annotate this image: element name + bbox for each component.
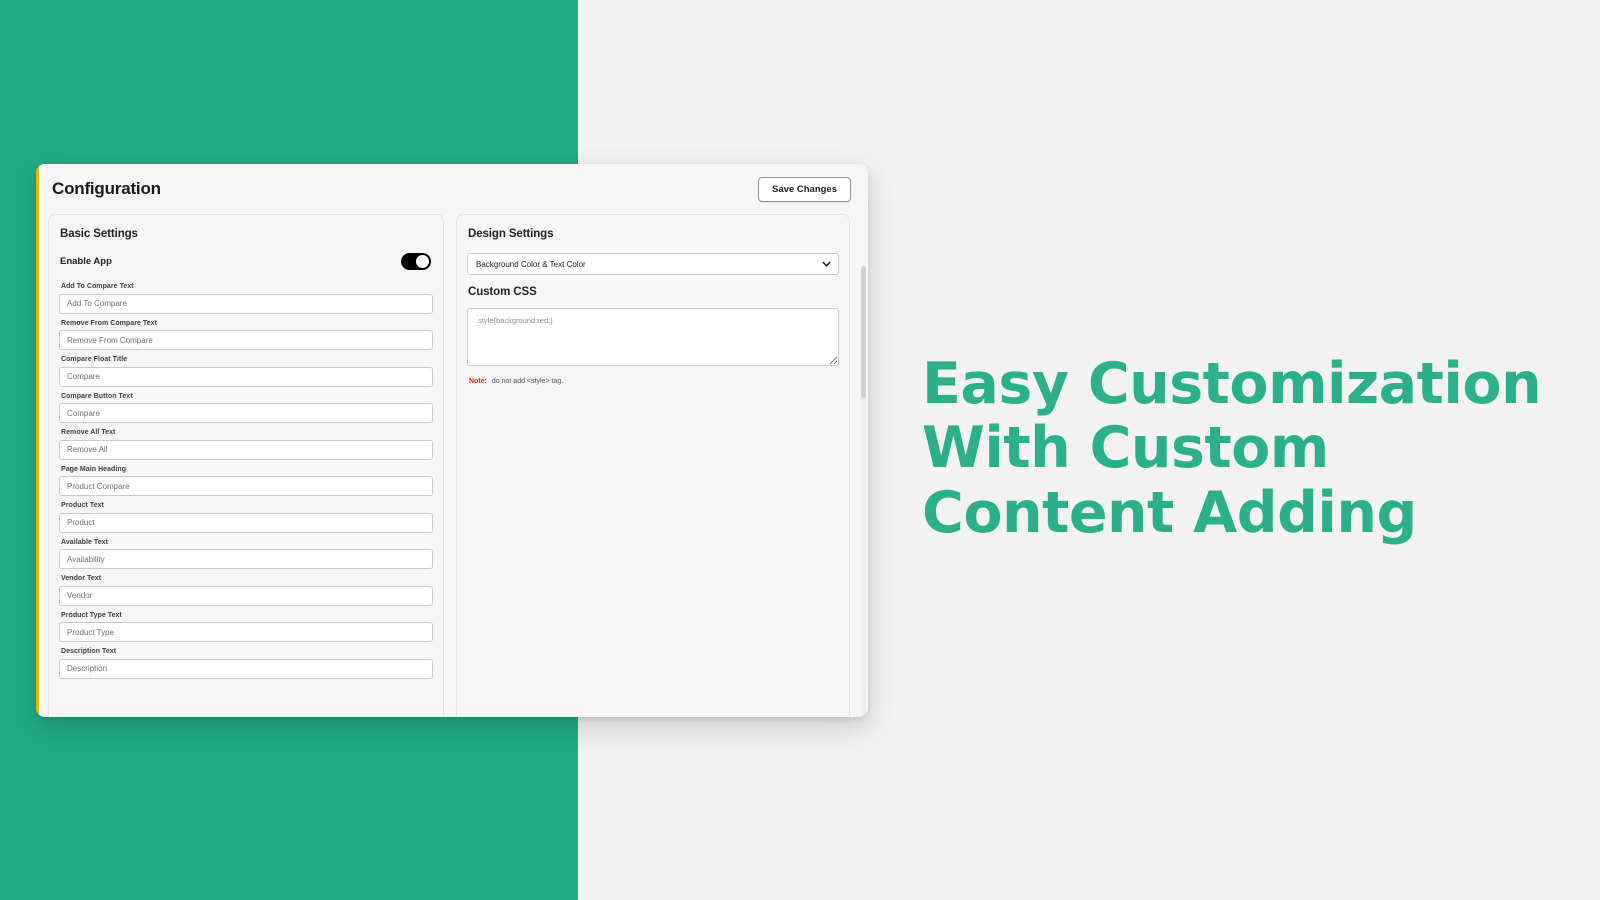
settings-field: Page Main Heading: [59, 465, 433, 496]
headline-line-2: With Custom: [922, 415, 1329, 482]
design-settings-panel: Design Settings Background Color & Text …: [456, 214, 850, 717]
enable-app-row: Enable App: [60, 253, 431, 270]
headline-line-3: Content Adding: [922, 479, 1417, 546]
card-scrollbar-thumb[interactable]: [861, 266, 866, 398]
note-keyword: Note:: [469, 378, 487, 385]
page-title: Configuration: [52, 179, 161, 198]
field-input[interactable]: [59, 439, 433, 460]
card-scrollbar[interactable]: [861, 266, 866, 717]
settings-field: Remove All Text: [59, 429, 433, 460]
color-mode-select[interactable]: Background Color & Text Color: [467, 253, 839, 275]
field-label: Compare Float Title: [61, 356, 128, 363]
field-label: Add To Compare Text: [61, 283, 134, 290]
field-input[interactable]: [59, 330, 433, 350]
settings-field: Product Type Text: [59, 611, 433, 642]
basic-settings-panel: Basic Settings Enable App Add To Compare…: [48, 214, 444, 717]
design-settings-title: Design Settings: [468, 228, 554, 240]
custom-css-note: Note: do not add <style> tag.: [469, 378, 839, 385]
marketing-headline: Easy Customization With Custom Content A…: [922, 351, 1562, 546]
field-input[interactable]: [59, 549, 433, 569]
field-input[interactable]: [59, 476, 433, 496]
field-input[interactable]: [59, 366, 433, 387]
settings-field: Add To Compare Text: [59, 283, 433, 314]
field-input[interactable]: [59, 293, 433, 314]
screenshot-stage: Easy Customization With Custom Content A…: [0, 0, 1600, 900]
field-input[interactable]: [59, 622, 433, 642]
custom-css-title: Custom CSS: [468, 286, 537, 298]
field-input[interactable]: [59, 658, 433, 679]
field-input[interactable]: [59, 403, 433, 423]
card-body: Basic Settings Enable App Add To Compare…: [36, 214, 868, 717]
field-label: Compare Button Text: [61, 392, 133, 400]
field-label: Page Main Heading: [61, 465, 127, 473]
basic-settings-title: Basic Settings: [60, 228, 138, 240]
settings-field: Available Text: [59, 538, 433, 569]
settings-field: Remove From Compare Text: [59, 319, 433, 350]
toggle-knob: [416, 255, 429, 268]
settings-field: Vendor Text: [59, 575, 433, 606]
configuration-card: Configuration Save Changes Basic Setting…: [36, 164, 868, 717]
settings-field: Compare Float Title: [59, 356, 433, 387]
note-text: do not add <style> tag.: [491, 378, 564, 385]
custom-css-textarea[interactable]: [467, 308, 839, 366]
field-label: Available Text: [61, 538, 108, 546]
field-label: Vendor Text: [61, 575, 102, 582]
field-label: Remove All Text: [61, 429, 116, 436]
field-label: Description Text: [61, 648, 117, 655]
headline-line-1: Easy Customization: [922, 351, 1542, 417]
card-accent-stripe: [36, 164, 39, 717]
card-header: Configuration Save Changes: [36, 164, 868, 214]
field-input[interactable]: [59, 585, 433, 606]
enable-app-label: Enable App: [60, 256, 112, 267]
settings-field: Description Text: [59, 648, 433, 679]
field-label: Product Type Text: [61, 611, 122, 619]
color-select-wrapper: Background Color & Text Color: [467, 253, 839, 275]
field-label: Remove From Compare Text: [61, 319, 157, 327]
save-changes-button[interactable]: Save Changes: [758, 176, 851, 202]
enable-app-toggle[interactable]: [401, 253, 431, 270]
settings-field: Compare Button Text: [59, 392, 433, 423]
settings-field: Product Text: [59, 502, 433, 533]
field-label: Product Text: [61, 502, 104, 509]
field-input[interactable]: [59, 512, 433, 533]
basic-settings-field-list: Add To Compare Text Remove From Compare T…: [59, 283, 433, 679]
